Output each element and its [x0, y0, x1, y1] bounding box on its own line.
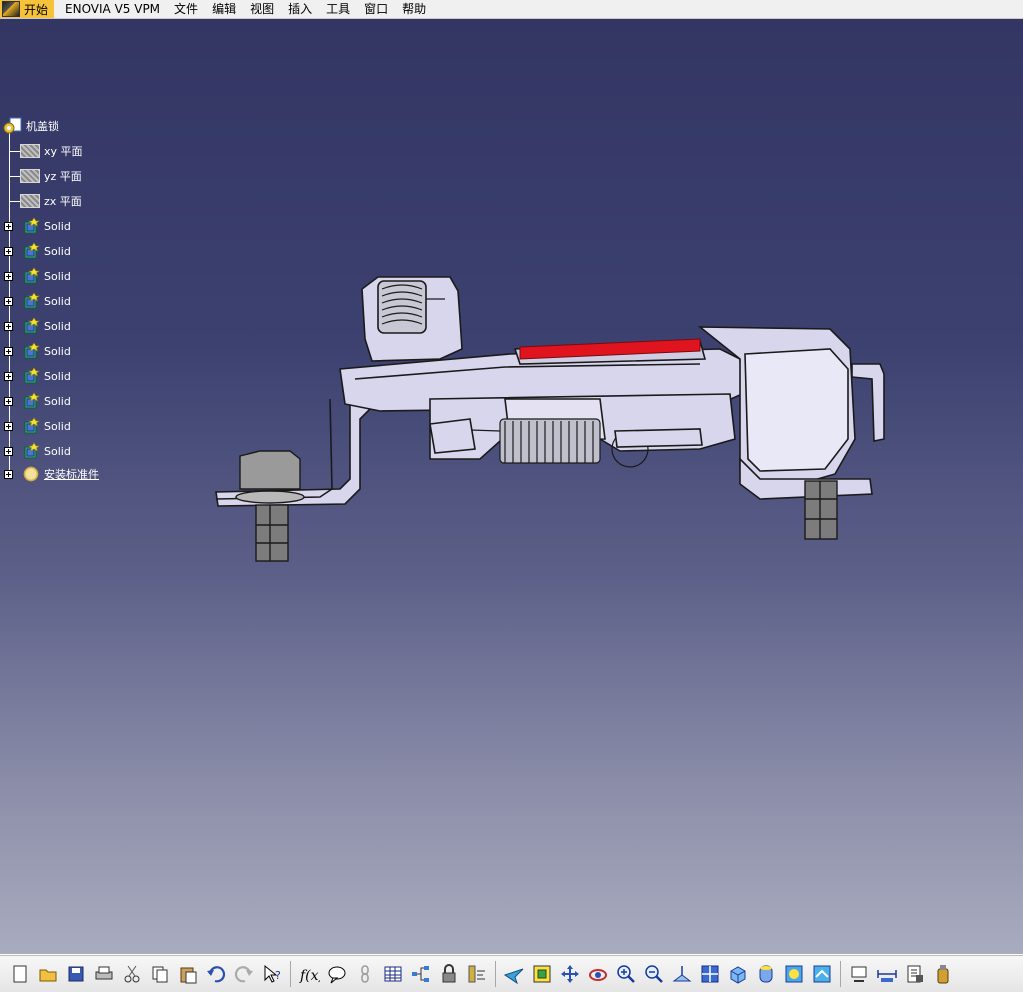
- shading-button[interactable]: [753, 961, 779, 987]
- fly-mode-icon: [503, 968, 524, 985]
- save-icon: [68, 966, 84, 982]
- menu-tools[interactable]: 工具: [319, 0, 357, 18]
- zoom-in-icon: [617, 965, 635, 983]
- print-button[interactable]: [91, 961, 117, 987]
- swap-icon: [851, 966, 867, 982]
- formula-button[interactable]: f(x): [296, 961, 322, 987]
- menu-edit[interactable]: 编辑: [205, 0, 243, 18]
- table-button[interactable]: [380, 961, 406, 987]
- knowledge-button[interactable]: [464, 961, 490, 987]
- toolbar-separator: [840, 961, 841, 987]
- material-icon: [785, 965, 803, 983]
- cut-icon: [124, 965, 140, 983]
- apply-material-icon: [937, 965, 949, 984]
- swap-button[interactable]: [846, 961, 872, 987]
- tree-icon: [412, 966, 429, 982]
- link-button[interactable]: [352, 961, 378, 987]
- bottom-toolbar: ? f(x): [0, 955, 1023, 992]
- copy-button[interactable]: [147, 961, 173, 987]
- menu-window[interactable]: 窗口: [357, 0, 395, 18]
- new-icon: [13, 965, 27, 983]
- model-geometry: [215, 276, 885, 507]
- pan-icon: [561, 965, 579, 983]
- copy-icon: [152, 966, 168, 983]
- fit-all-icon: [533, 965, 551, 983]
- start-menu-label: 开始: [24, 2, 49, 17]
- whats-this-icon: ?: [264, 964, 281, 983]
- measure-button[interactable]: [874, 961, 900, 987]
- new-button[interactable]: [7, 961, 33, 987]
- pan-button[interactable]: [557, 961, 583, 987]
- comment-icon: [328, 966, 346, 984]
- menu-enovia[interactable]: ENOVIA V5 VPM: [58, 0, 167, 18]
- table-icon: [384, 966, 402, 982]
- properties-icon: [907, 965, 923, 983]
- zoom-out-icon: [645, 965, 663, 983]
- zoom-out-button[interactable]: [641, 961, 667, 987]
- save-button[interactable]: [63, 961, 89, 987]
- multi-view-button[interactable]: [697, 961, 723, 987]
- toolbar-separator: [495, 961, 496, 987]
- 3d-viewport[interactable]: 机盖锁 xy 平面 yz 平面 zx 平面 Solid Solid Solid Sol…: [0, 19, 1023, 954]
- hood-lock-model[interactable]: [0, 19, 1023, 954]
- menu-view[interactable]: 视图: [243, 0, 281, 18]
- hide-show-button[interactable]: [809, 961, 835, 987]
- comment-button[interactable]: [324, 961, 350, 987]
- lock-button[interactable]: [436, 961, 462, 987]
- menu-insert[interactable]: 插入: [281, 0, 319, 18]
- normal-view-icon: [672, 966, 692, 982]
- catia-logo-icon: [2, 1, 20, 17]
- svg-text:f(x): f(x): [299, 968, 320, 984]
- shading-icon: [759, 965, 773, 983]
- undo-button[interactable]: [203, 961, 229, 987]
- redo-icon: [234, 966, 253, 983]
- normal-view-button[interactable]: [669, 961, 695, 987]
- menu-help[interactable]: 帮助: [395, 0, 433, 18]
- menu-bar: 开始 ENOVIA V5 VPM 文件 编辑 视图 插入 工具 窗口 帮助: [0, 0, 1023, 19]
- hide-show-icon: [813, 965, 831, 983]
- toolbar-separator: [290, 961, 291, 987]
- start-menu[interactable]: 开始: [0, 0, 55, 18]
- formula-icon: f(x): [299, 968, 320, 984]
- knowledge-icon: [468, 965, 485, 983]
- print-icon: [95, 966, 113, 980]
- iso-view-icon: [730, 966, 746, 984]
- zoom-in-button[interactable]: [613, 961, 639, 987]
- open-icon: [39, 969, 57, 982]
- link-icon: [361, 965, 369, 983]
- tree-button[interactable]: [408, 961, 434, 987]
- svg-text:?: ?: [275, 969, 281, 982]
- apply-material-button[interactable]: [930, 961, 956, 987]
- redo-button[interactable]: [231, 961, 257, 987]
- rotate-icon: [589, 969, 607, 981]
- lock-icon: [442, 964, 456, 983]
- fit-all-button[interactable]: [529, 961, 555, 987]
- menu-file[interactable]: 文件: [167, 0, 205, 18]
- multi-view-icon: [701, 965, 719, 983]
- measure-icon: [877, 970, 897, 982]
- undo-icon: [207, 966, 226, 983]
- material-button[interactable]: [781, 961, 807, 987]
- open-button[interactable]: [35, 961, 61, 987]
- fly-mode-button[interactable]: [501, 961, 527, 987]
- rotate-button[interactable]: [585, 961, 611, 987]
- paste-icon: [180, 967, 197, 984]
- whats-this-button[interactable]: ?: [259, 961, 285, 987]
- iso-view-button[interactable]: [725, 961, 751, 987]
- paste-button[interactable]: [175, 961, 201, 987]
- properties-button[interactable]: [902, 961, 928, 987]
- cut-button[interactable]: [119, 961, 145, 987]
